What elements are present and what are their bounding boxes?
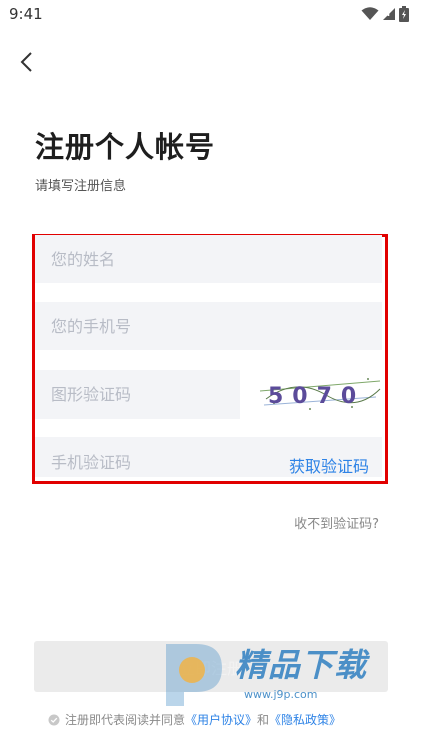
get-code-button[interactable]: 获取验证码 — [289, 453, 369, 477]
captcha-image[interactable]: 5070 — [256, 369, 383, 419]
captcha-field-container — [35, 370, 240, 419]
signal-icon — [383, 8, 395, 20]
page-subtitle: 请填写注册信息 — [35, 179, 127, 194]
status-time: 9:41 — [9, 5, 43, 23]
captcha-input[interactable] — [35, 370, 240, 419]
phone-input[interactable] — [35, 302, 382, 350]
page-title: 注册个人帐号 — [35, 130, 216, 164]
back-arrow-icon — [20, 52, 32, 72]
no-code-link[interactable]: 收不到验证码? — [294, 513, 379, 532]
status-icons — [361, 6, 409, 22]
captcha-text: 5070 — [268, 384, 365, 409]
agreement-and: 和 — [257, 713, 270, 727]
watermark-brand: 精品下载 — [235, 646, 368, 684]
watermark-url: www.j9p.com — [244, 688, 318, 701]
phone-field-container — [35, 302, 382, 350]
back-button[interactable] — [12, 48, 40, 76]
watermark-logo-icon — [166, 644, 222, 706]
privacy-policy-link[interactable]: 《隐私政策》 — [269, 711, 341, 728]
name-input[interactable] — [35, 235, 382, 283]
battery-icon — [399, 6, 409, 22]
watermark: 精品下载 www.j9p.com — [160, 638, 392, 708]
agreement-row: 注册即代表阅读并同意 《用户协议》 和 《隐私政策》 — [48, 711, 341, 728]
status-bar: 9:41 — [0, 0, 421, 30]
check-circle-icon[interactable] — [48, 714, 60, 726]
name-field-container — [35, 235, 382, 283]
agreement-prefix: 注册即代表阅读并同意 — [65, 713, 186, 727]
user-agreement-link[interactable]: 《用户协议》 — [185, 711, 257, 728]
wifi-icon — [361, 7, 379, 20]
